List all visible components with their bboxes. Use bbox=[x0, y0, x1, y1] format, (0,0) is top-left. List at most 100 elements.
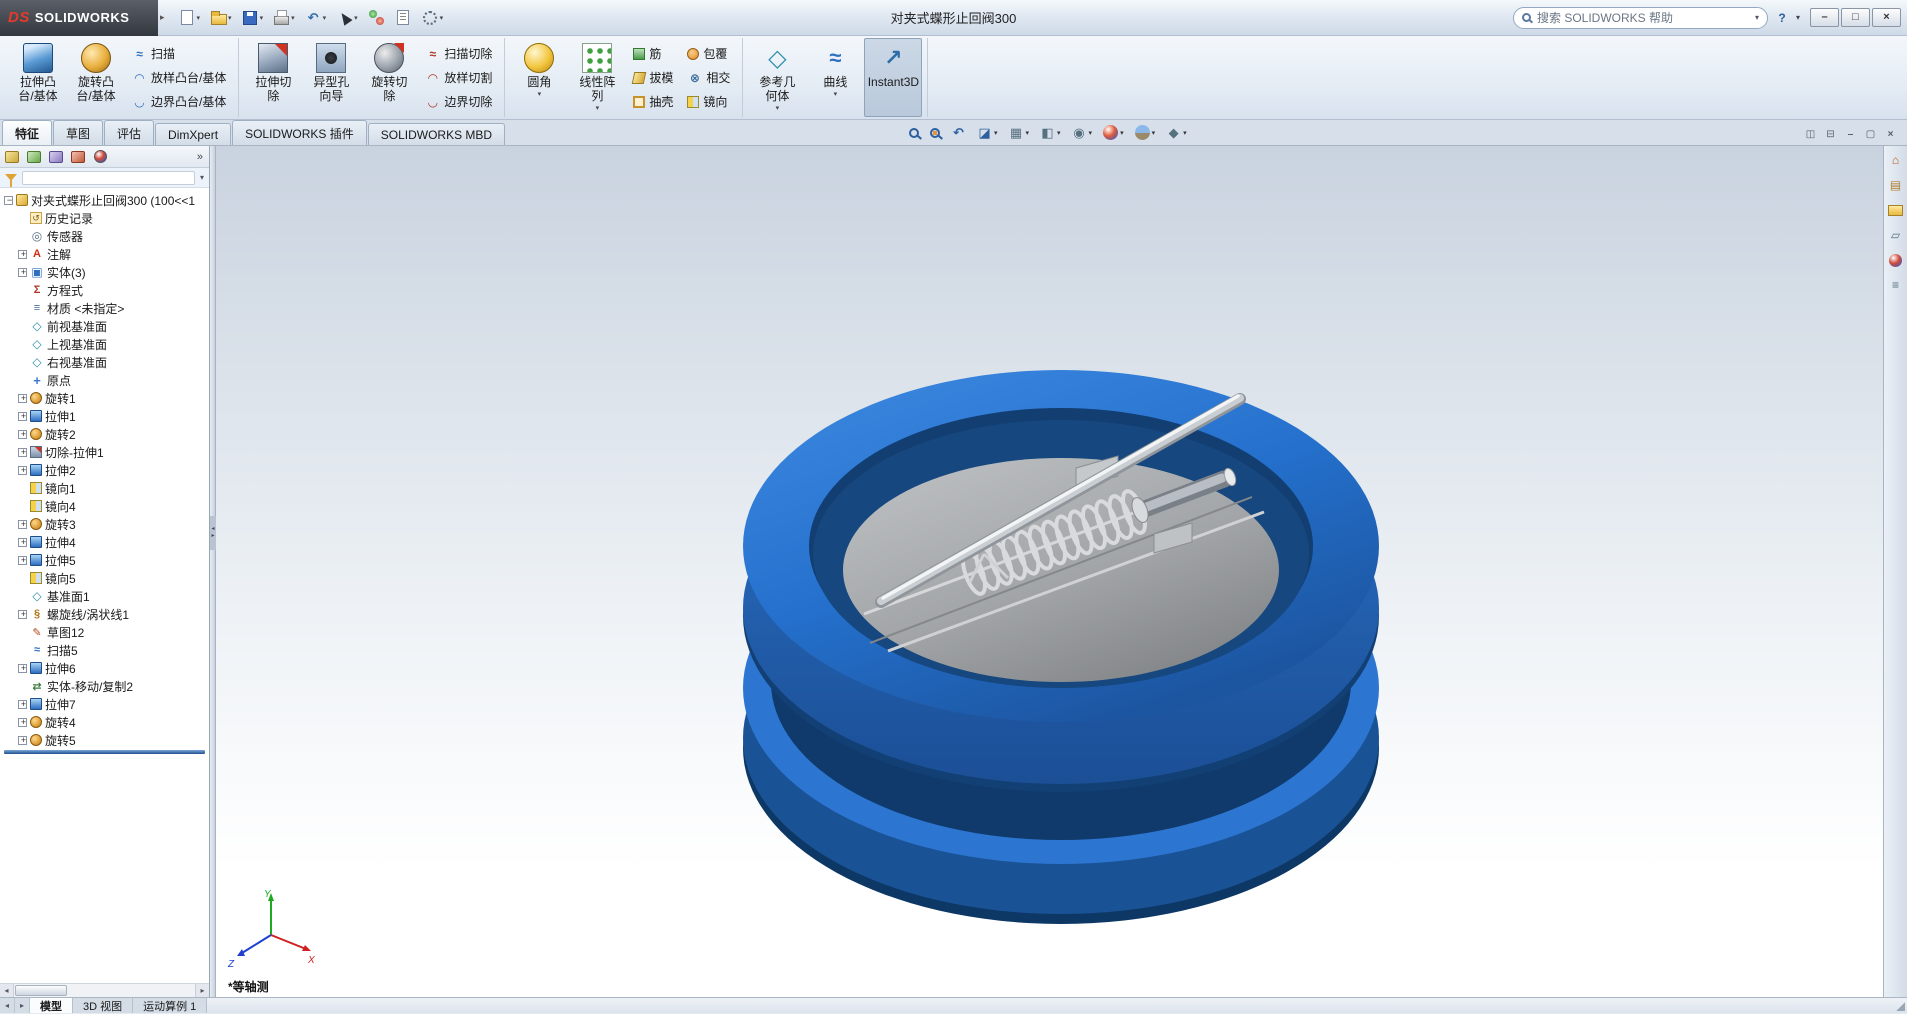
ribbon-tab[interactable]: 评估 bbox=[104, 120, 154, 145]
quick-access-button[interactable]: ▾ bbox=[391, 6, 416, 30]
help-dropdown-icon[interactable]: ▾ bbox=[1796, 13, 1800, 22]
graphics-viewport[interactable]: Y X Z *等轴测 bbox=[216, 146, 1883, 997]
filter-dropdown-icon[interactable]: ▾ bbox=[200, 173, 204, 182]
window-control-button[interactable] bbox=[1841, 8, 1870, 27]
fillet-button[interactable]: 圆角 bbox=[510, 38, 568, 117]
extruded-cut-button[interactable]: 拉伸切 除 bbox=[244, 38, 302, 117]
manager-tab[interactable] bbox=[68, 148, 88, 166]
expand-toggle[interactable] bbox=[18, 610, 27, 619]
feature-tree-item[interactable]: 螺旋线/涡状线1 bbox=[2, 605, 209, 623]
dropdown-arrow-icon[interactable]: ▾ bbox=[994, 129, 998, 137]
manager-tab[interactable] bbox=[46, 148, 66, 166]
scroll-left-icon[interactable]: ◂ bbox=[0, 984, 14, 997]
document-tab[interactable]: 运动算例 1 bbox=[133, 998, 207, 1013]
expand-toggle[interactable] bbox=[18, 700, 27, 709]
expand-toggle[interactable] bbox=[18, 448, 27, 457]
feature-tree-item[interactable]: 基准面1 bbox=[2, 587, 209, 605]
feature-tree-item[interactable]: 镜向4 bbox=[2, 497, 209, 515]
document-window-button[interactable] bbox=[1802, 127, 1819, 142]
dropdown-arrow-icon[interactable]: ▾ bbox=[1026, 129, 1030, 137]
search-input[interactable]: 搜索 SOLIDWORKS 帮助 ▾ bbox=[1513, 7, 1768, 29]
expand-toggle[interactable] bbox=[18, 520, 27, 529]
ribbon-small-button[interactable]: 镜向 bbox=[682, 90, 735, 113]
task-pane-button[interactable] bbox=[1886, 250, 1906, 270]
ribbon-small-button[interactable]: 放样切割 bbox=[420, 66, 497, 89]
view-toolbar-button[interactable]: ▾ bbox=[905, 122, 923, 143]
ribbon-tab[interactable]: DimXpert bbox=[155, 123, 231, 145]
search-dropdown-icon[interactable]: ▾ bbox=[1755, 13, 1759, 22]
feature-tree-item[interactable]: 旋转3 bbox=[2, 515, 209, 533]
task-pane-button[interactable] bbox=[1886, 275, 1906, 295]
expand-toggle[interactable] bbox=[18, 718, 27, 727]
instant3d-button[interactable]: Instant3D bbox=[864, 38, 922, 117]
feature-tree-item[interactable]: 旋转5 bbox=[2, 731, 209, 749]
tree-horizontal-scrollbar[interactable]: ◂ ▸ bbox=[0, 983, 209, 997]
feature-tree-item[interactable]: 切除-拉伸1 bbox=[2, 443, 209, 461]
expand-toggle[interactable] bbox=[18, 538, 27, 547]
ribbon-small-button[interactable]: 扫描切除 bbox=[420, 42, 497, 65]
window-control-button[interactable] bbox=[1810, 8, 1839, 27]
task-pane-button[interactable] bbox=[1886, 150, 1906, 170]
dropdown-arrow-icon[interactable]: ▾ bbox=[1089, 129, 1093, 137]
dropdown-arrow-icon[interactable]: ▾ bbox=[1152, 129, 1156, 137]
expand-toggle[interactable] bbox=[18, 430, 27, 439]
feature-tree-item[interactable]: 旋转1 bbox=[2, 389, 209, 407]
quick-access-button[interactable]: ▾ bbox=[206, 6, 236, 30]
ribbon-tab[interactable]: 特征 bbox=[2, 120, 52, 145]
doc-tab-scroll-right-icon[interactable]: ▸ bbox=[15, 998, 30, 1013]
scroll-track[interactable] bbox=[14, 984, 195, 997]
ribbon-small-button[interactable]: 扫描 bbox=[127, 42, 231, 65]
expand-toggle[interactable] bbox=[18, 736, 27, 745]
feature-tree-item[interactable]: 拉伸1 bbox=[2, 407, 209, 425]
dropdown-arrow-icon[interactable]: ▾ bbox=[1057, 129, 1061, 137]
feature-tree-item[interactable]: 原点 bbox=[2, 371, 209, 389]
expand-toggle[interactable] bbox=[18, 250, 27, 259]
rollback-bar[interactable] bbox=[4, 750, 205, 754]
task-pane-button[interactable] bbox=[1886, 225, 1906, 245]
quick-access-button[interactable]: ▾ bbox=[269, 6, 299, 30]
expand-toggle[interactable] bbox=[18, 412, 27, 421]
revolved-boss-button[interactable]: 旋转凸 台/基体 bbox=[67, 38, 125, 117]
feature-tree-item[interactable]: 拉伸4 bbox=[2, 533, 209, 551]
feature-tree-root[interactable]: 对夹式蝶形止回阀300 (100<<1 bbox=[2, 191, 209, 209]
ribbon-small-button[interactable]: 相交 bbox=[682, 66, 735, 89]
feature-tree-item[interactable]: 历史记录 bbox=[2, 209, 209, 227]
feature-tree-item[interactable]: 拉伸2 bbox=[2, 461, 209, 479]
feature-tree-item[interactable]: 前视基准面 bbox=[2, 317, 209, 335]
ribbon-tab[interactable]: SOLIDWORKS MBD bbox=[368, 123, 505, 145]
quick-access-button[interactable]: ▾ bbox=[332, 6, 362, 30]
feature-tree-item[interactable]: 上视基准面 bbox=[2, 335, 209, 353]
dropdown-arrow-icon[interactable]: ▾ bbox=[228, 14, 232, 22]
document-tab[interactable]: 3D 视图 bbox=[73, 998, 133, 1013]
ribbon-small-button[interactable]: 包覆 bbox=[682, 42, 735, 65]
revolved-cut-button[interactable]: 旋转切 除 bbox=[360, 38, 418, 117]
dropdown-arrow-icon[interactable]: ▾ bbox=[1183, 129, 1187, 137]
dropdown-arrow-icon[interactable]: ▾ bbox=[291, 14, 295, 22]
quick-access-button[interactable]: ▾ bbox=[364, 6, 389, 30]
feature-tree-item[interactable]: 注解 bbox=[2, 245, 209, 263]
expand-toggle[interactable] bbox=[18, 394, 27, 403]
reference-geometry-button[interactable]: 参考几 何体 bbox=[748, 38, 806, 117]
filter-funnel-icon[interactable] bbox=[5, 174, 17, 181]
feature-tree-item[interactable]: 材质 <未指定> bbox=[2, 299, 209, 317]
document-window-button[interactable] bbox=[1822, 127, 1839, 142]
ribbon-small-button[interactable]: 边界凸台/基体 bbox=[127, 90, 231, 113]
view-toolbar-button[interactable]: ▾ bbox=[1036, 122, 1065, 143]
dropdown-arrow-icon[interactable]: ▾ bbox=[440, 14, 444, 22]
feature-tree-item[interactable]: 实体(3) bbox=[2, 263, 209, 281]
document-window-button[interactable] bbox=[1842, 127, 1859, 142]
brand-collapse-icon[interactable]: ▸ bbox=[160, 12, 165, 23]
document-window-button[interactable] bbox=[1862, 127, 1879, 142]
window-control-button[interactable] bbox=[1872, 8, 1901, 27]
document-tab[interactable]: 模型 bbox=[30, 998, 73, 1013]
feature-tree-item[interactable]: 拉伸7 bbox=[2, 695, 209, 713]
scroll-right-icon[interactable]: ▸ bbox=[195, 984, 209, 997]
linear-pattern-button[interactable]: 线性阵 列 bbox=[568, 38, 626, 117]
dropdown-arrow-icon[interactable]: ▾ bbox=[197, 14, 201, 22]
dropdown-arrow-icon[interactable]: ▾ bbox=[260, 14, 264, 22]
document-window-button[interactable] bbox=[1882, 127, 1899, 142]
ribbon-tab[interactable]: 草图 bbox=[53, 120, 103, 145]
expand-toggle[interactable] bbox=[18, 556, 27, 565]
view-toolbar-button[interactable]: ▾ bbox=[973, 122, 1002, 143]
ribbon-small-button[interactable]: 筋 bbox=[628, 42, 678, 65]
